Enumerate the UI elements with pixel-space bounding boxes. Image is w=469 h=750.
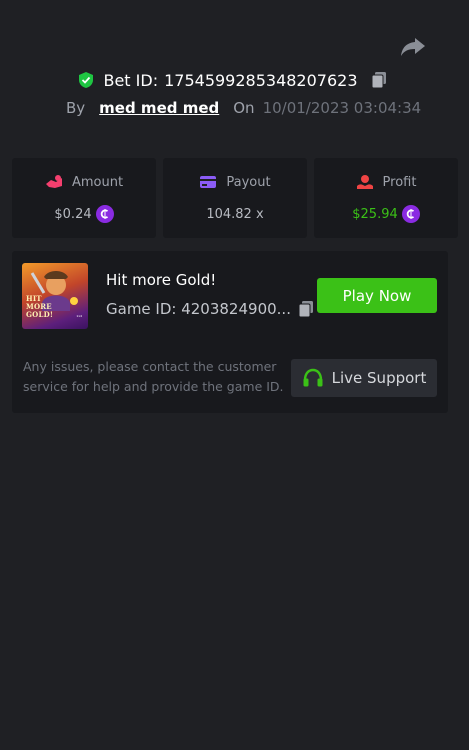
thumbnail-title: HIT MORE GOLD! <box>26 294 54 319</box>
game-card: HIT MORE GOLD! 1x4 Hit more Gold! Game I… <box>12 251 448 413</box>
share-icon[interactable] <box>400 36 426 58</box>
headset-icon <box>303 368 323 387</box>
copy-icon[interactable] <box>370 71 388 89</box>
by-label: By <box>66 99 86 117</box>
stat-amount: Amount $0.24 <box>12 158 156 238</box>
stat-payout-value: 104.82 x <box>206 206 264 222</box>
play-now-button[interactable]: Play Now <box>317 278 437 313</box>
coin-icon <box>401 205 420 223</box>
bet-meta-row: By med med med On 10/01/2023 03:04:34 <box>66 96 421 120</box>
bet-stats: Amount $0.24 Payout 104.82 x Profit $25.… <box>12 158 458 238</box>
stat-profit-label: Profit <box>382 174 417 190</box>
live-support-button[interactable]: Live Support <box>291 359 437 397</box>
payout-icon <box>200 176 217 188</box>
stat-profit-value: $25.94 <box>352 206 398 222</box>
bet-id-label: Bet ID: <box>103 70 159 90</box>
stat-payout: Payout 104.82 x <box>163 158 307 238</box>
live-support-label: Live Support <box>331 369 427 387</box>
bet-id-value: 1754599285348207623 <box>164 70 358 90</box>
copy-icon[interactable] <box>297 300 315 318</box>
stat-profit: Profit $25.94 <box>314 158 458 238</box>
game-id-value: Game ID: 4203824900... <box>106 300 291 318</box>
username-link[interactable]: med med med <box>99 99 219 117</box>
stat-payout-label: Payout <box>226 174 271 190</box>
bet-datetime: 10/01/2023 03:04:34 <box>262 99 422 117</box>
coin-icon <box>95 205 114 223</box>
game-id-row: Game ID: 4203824900... <box>106 300 315 318</box>
stat-amount-value: $0.24 <box>54 206 92 222</box>
verified-shield-icon <box>79 72 94 88</box>
profit-icon <box>356 175 373 189</box>
bet-id-row: Bet ID: 1754599285348207623 <box>0 68 469 92</box>
stat-amount-label: Amount <box>71 174 124 190</box>
game-thumbnail[interactable]: HIT MORE GOLD! 1x4 <box>22 263 88 329</box>
support-notice: Any issues, please contact the customer … <box>23 359 284 394</box>
amount-icon <box>45 175 62 188</box>
on-label: On <box>233 99 255 117</box>
thumbnail-sub: 1x4 <box>76 314 82 318</box>
game-title: Hit more Gold! <box>106 271 217 289</box>
